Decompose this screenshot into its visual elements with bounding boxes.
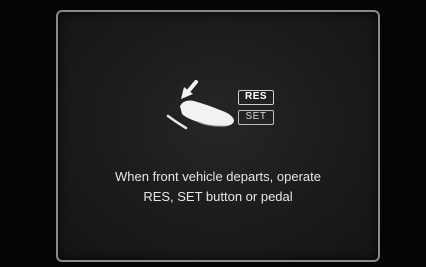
message-line-1: When front vehicle departs, operate [115,169,321,184]
message-line-2: RES, SET button or pedal [143,189,293,204]
foot-on-pedal-icon [166,80,234,130]
press-arrow-icon [181,80,198,99]
res-button-indicator: RES [238,90,274,105]
set-button-indicator: SET [238,110,274,125]
cruise-control-notification-panel: RES SET When front vehicle departs, oper… [56,10,380,262]
instruction-message: When front vehicle departs, operate RES,… [58,167,378,207]
resume-instruction-graphic: RES SET [164,72,276,138]
instrument-cluster-screen: RES SET When front vehicle departs, oper… [0,0,426,267]
